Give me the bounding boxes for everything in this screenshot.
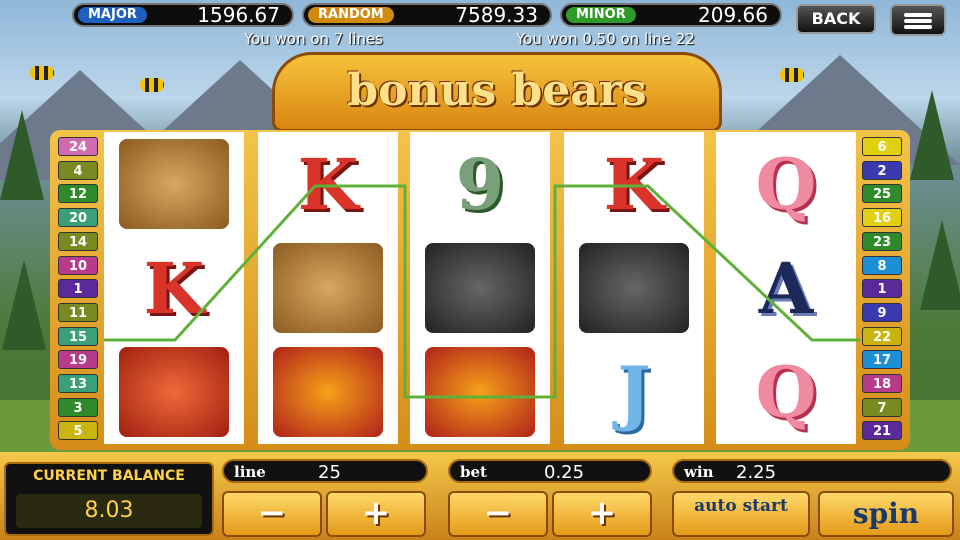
bet-minus-button[interactable]: − <box>448 491 548 537</box>
bet-value: 0.25 <box>544 462 585 483</box>
auto-start-button[interactable]: auto start <box>672 491 810 537</box>
line-label: line <box>234 463 266 481</box>
line-value: 25 <box>318 462 341 483</box>
balance-value: 8.03 <box>16 494 202 528</box>
win-label: win <box>684 463 714 481</box>
balance-panel: CURRENT BALANCE 8.03 <box>4 462 214 536</box>
bet-display: bet 0.25 <box>448 459 652 483</box>
line-minus-button[interactable]: − <box>222 491 322 537</box>
bet-plus-button[interactable]: + <box>552 491 652 537</box>
line-plus-button[interactable]: + <box>326 491 426 537</box>
bet-label: bet <box>460 463 487 481</box>
balance-label: CURRENT BALANCE <box>33 468 185 484</box>
spin-button[interactable]: spin <box>818 491 954 537</box>
win-value: 2.25 <box>736 462 777 483</box>
win-display: win 2.25 <box>672 459 952 483</box>
line-display: line 25 <box>222 459 428 483</box>
